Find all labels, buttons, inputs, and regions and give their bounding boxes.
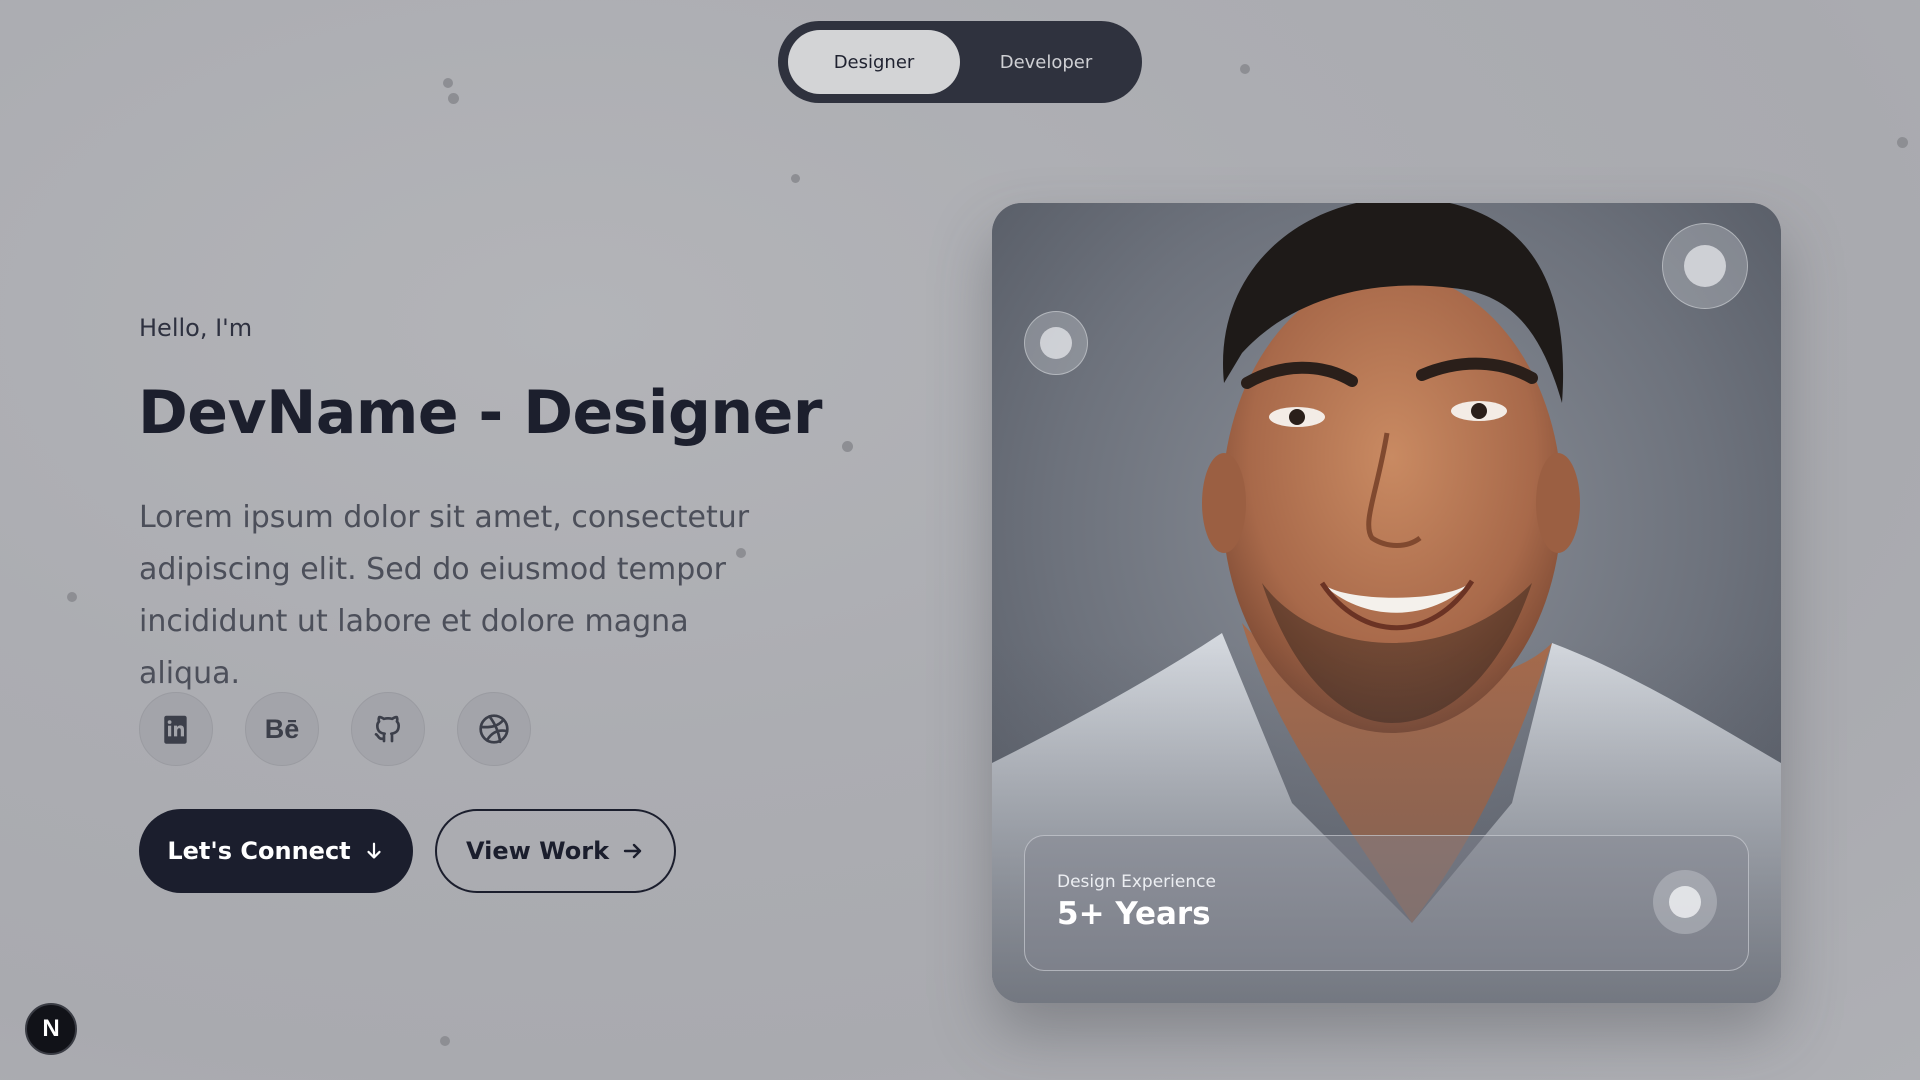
experience-stat: Design Experience 5+ Years xyxy=(1024,835,1749,971)
nextjs-icon: N xyxy=(42,1015,60,1042)
dribbble-link[interactable] xyxy=(457,692,531,766)
github-link[interactable] xyxy=(351,692,425,766)
github-icon xyxy=(374,715,400,743)
linkedin-icon xyxy=(164,715,187,744)
lets-connect-button[interactable]: Let's Connect xyxy=(139,809,413,893)
background-particle xyxy=(440,1036,450,1046)
decorative-orb xyxy=(1662,223,1748,309)
page-title: DevName - Designer xyxy=(138,378,822,448)
behance-icon: Bē xyxy=(264,713,300,744)
stat-value: 5+ Years xyxy=(1057,896,1211,932)
profile-card: Design Experience 5+ Years xyxy=(992,203,1781,1003)
view-work-button[interactable]: View Work xyxy=(435,809,676,893)
background-particle xyxy=(791,174,800,183)
background-particle xyxy=(1897,137,1908,148)
dribbble-icon xyxy=(479,714,509,744)
hero-description: Lorem ipsum dolor sit amet, consectetur … xyxy=(139,500,750,691)
decorative-orb xyxy=(1024,311,1088,375)
view-work-label: View Work xyxy=(465,837,610,865)
social-links: Bē xyxy=(139,692,531,766)
toggle-designer[interactable]: Designer xyxy=(788,30,960,94)
arrow-down-icon xyxy=(367,842,381,859)
background-particle xyxy=(1240,64,1250,74)
arrow-right-icon xyxy=(623,843,642,859)
stat-label: Design Experience xyxy=(1057,872,1216,892)
role-toggle: Designer Developer xyxy=(778,21,1142,103)
toggle-developer[interactable]: Developer xyxy=(960,30,1132,94)
background-particle xyxy=(443,78,453,88)
lets-connect-label: Let's Connect xyxy=(167,837,351,865)
greeting-text: Hello, I'm xyxy=(139,314,253,342)
decorative-orb xyxy=(1653,870,1717,934)
background-particle xyxy=(448,93,459,104)
linkedin-link[interactable] xyxy=(139,692,213,766)
background-particle xyxy=(67,592,77,602)
background-particle xyxy=(842,441,853,452)
nextjs-badge[interactable]: N xyxy=(25,1003,77,1055)
behance-link[interactable]: Bē xyxy=(245,692,319,766)
